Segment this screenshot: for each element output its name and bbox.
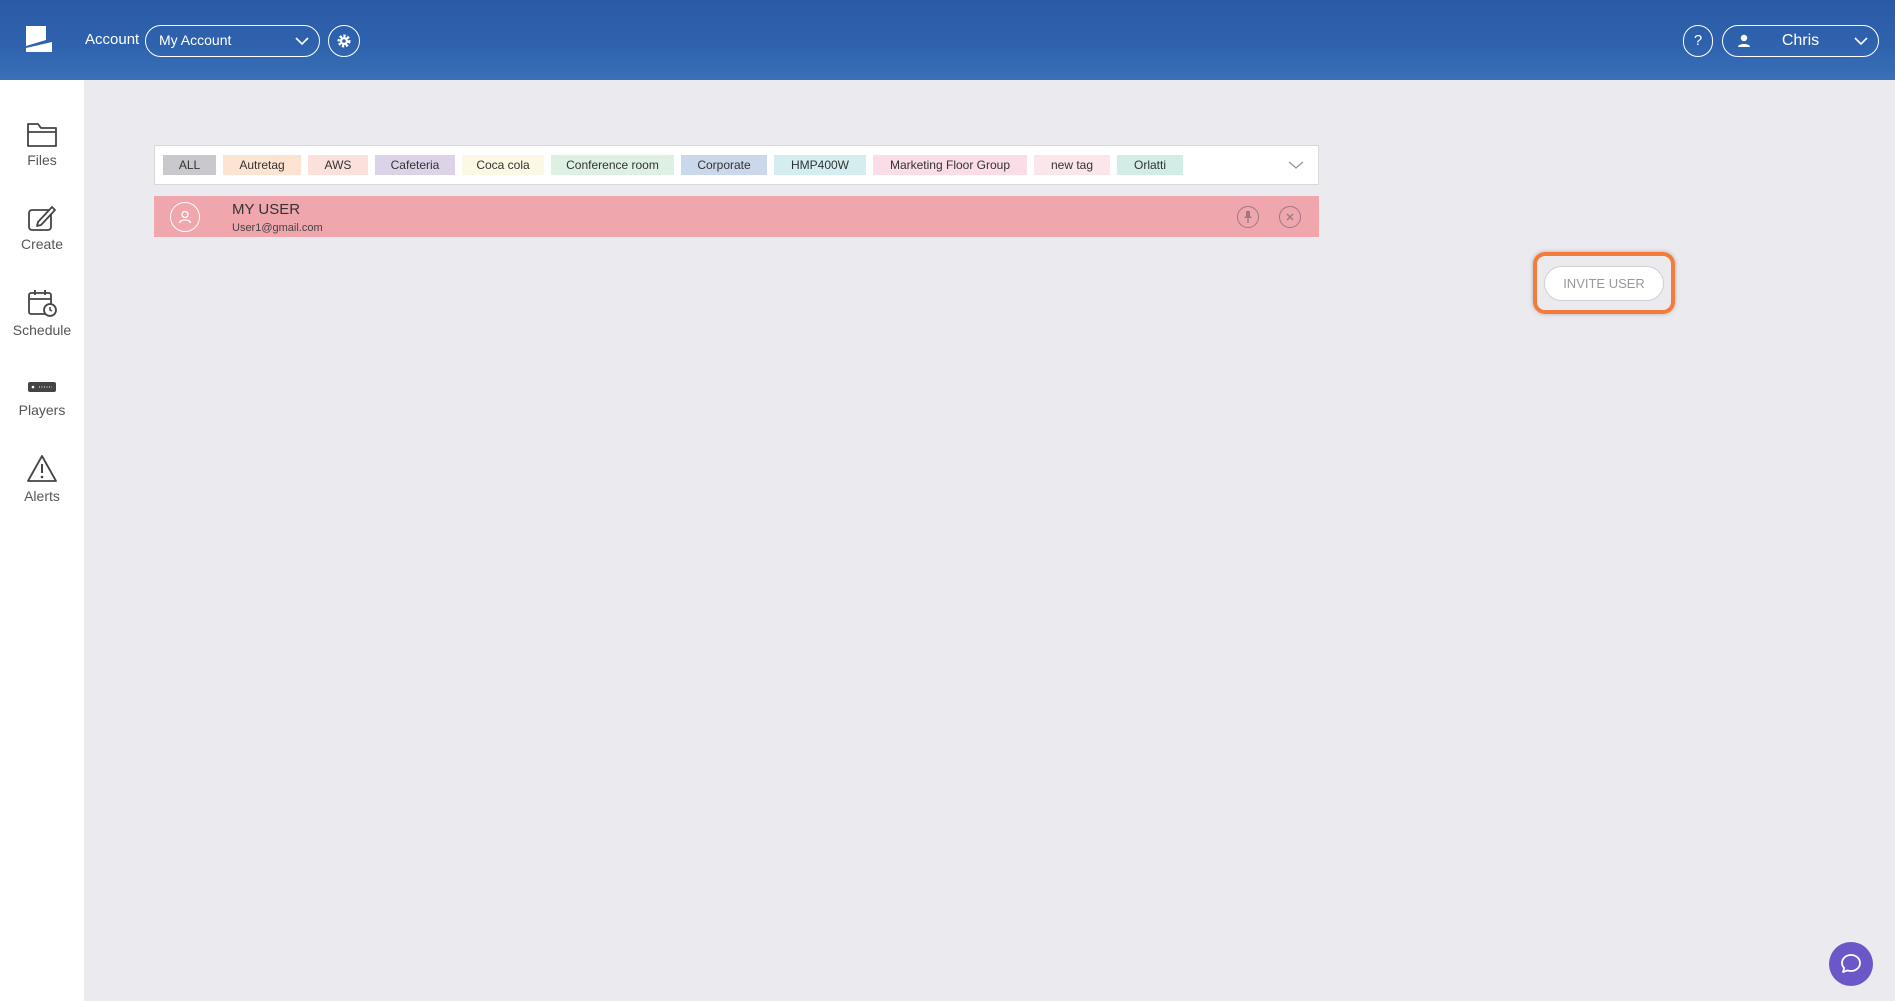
sidebar-item-label: Schedule [12,322,72,338]
sidebar-item-create[interactable]: Create [0,204,84,274]
chat-button[interactable] [1829,942,1873,986]
sidebar-item-files[interactable]: Files [0,120,84,190]
edit-icon [28,206,56,231]
tag-orlatti[interactable]: Orlatti [1117,155,1183,175]
app-logo-icon[interactable] [24,24,54,56]
help-button[interactable]: ? [1683,25,1713,57]
tag-new-tag[interactable]: new tag [1034,155,1110,175]
folder-icon [27,123,57,147]
sidebar-item-schedule[interactable]: Schedule [0,288,84,358]
account-label: Account [85,31,140,48]
calendar-clock-icon [28,290,57,317]
sidebar: Files Create Schedule Players Alerts [0,80,84,1001]
top-header: Account My Account ? Chris [0,0,1895,80]
tag-hmp400w[interactable]: HMP400W [774,155,866,175]
tag-marketing-floor-group[interactable]: Marketing Floor Group [873,155,1027,175]
tag-cafeteria[interactable]: Cafeteria [375,155,455,175]
avatar [170,202,200,232]
chevron-down-icon [295,37,309,46]
tag-coca-cola[interactable]: Coca cola [462,155,544,175]
user-email: User1@gmail.com [232,222,323,234]
pin-icon [1244,211,1252,223]
invite-user-button[interactable]: INVITE USER [1544,266,1664,301]
chevron-down-icon[interactable] [1288,160,1304,170]
sidebar-item-label: Create [20,236,64,252]
chat-bubble-icon [1841,954,1861,973]
sidebar-item-label: Alerts [24,488,60,504]
sidebar-item-label: Players [18,402,66,418]
person-icon [178,210,192,224]
tag-all[interactable]: ALL [163,155,216,175]
tag-filter-bar: ALL Autretag AWS Cafeteria Coca cola Con… [154,145,1319,185]
tag-corporate[interactable]: Corporate [681,155,767,175]
sidebar-item-alerts[interactable]: Alerts [0,454,84,524]
tag-conference-room[interactable]: Conference room [551,155,674,175]
close-icon [1286,213,1294,221]
remove-user-button[interactable] [1279,206,1301,228]
tag-aws[interactable]: AWS [308,155,368,175]
warning-icon [27,455,57,482]
tag-autretag[interactable]: Autretag [223,155,301,175]
settings-button[interactable] [328,25,360,57]
user-list-item[interactable]: MY USER User1@gmail.com [154,196,1319,237]
sidebar-item-players[interactable]: Players [0,376,84,446]
account-select-value: My Account [159,32,232,48]
sidebar-item-label: Files [27,152,57,168]
account-select[interactable]: My Account [145,25,320,57]
gear-icon [337,34,351,48]
user-menu[interactable]: Chris [1722,25,1879,57]
chevron-down-icon [1854,37,1868,46]
player-device-icon [28,382,56,392]
pin-button[interactable] [1237,206,1259,228]
user-name: MY USER [232,201,301,218]
